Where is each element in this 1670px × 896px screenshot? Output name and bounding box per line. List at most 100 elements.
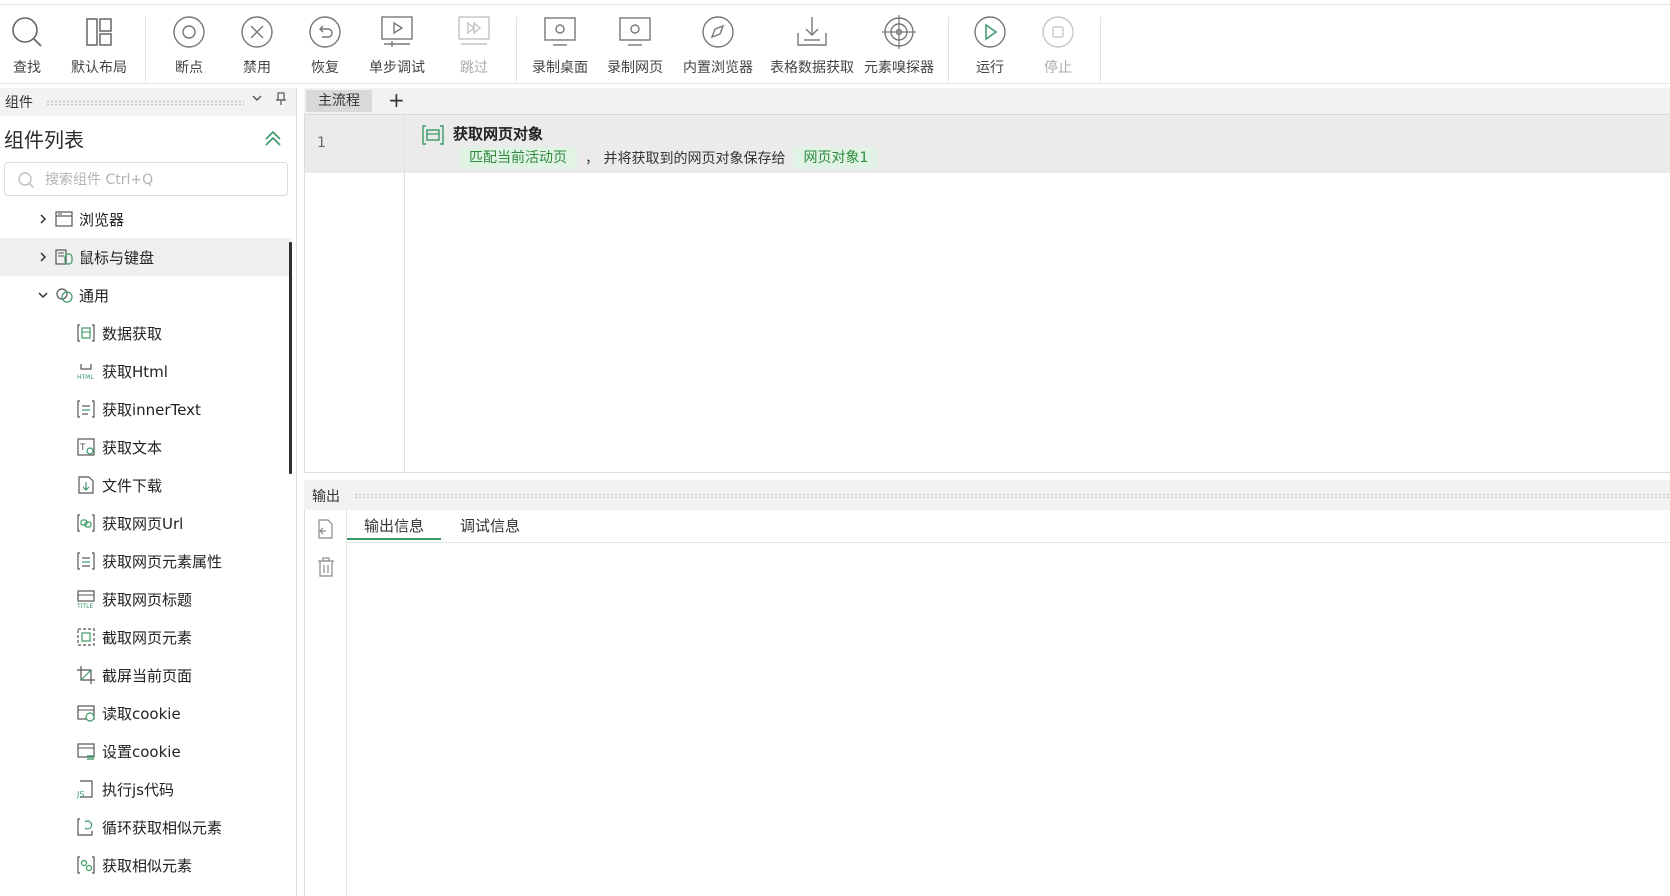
tree-category-mouse-keyboard[interactable]: 鼠标与键盘	[0, 238, 292, 276]
component-item[interactable]: TITLE 获取网页标题	[0, 580, 292, 618]
browser-icon	[55, 211, 73, 227]
tree-category-label: 浏览器	[79, 210, 125, 229]
record-web-icon	[619, 17, 651, 46]
tab-debug-info[interactable]: 调试信息	[443, 514, 537, 538]
element-sniffer-button[interactable]: 元素嗅探器	[864, 13, 934, 85]
general-icon	[56, 288, 73, 303]
loop-similar-icon	[77, 818, 93, 836]
skip-button[interactable]: 跳过	[455, 13, 493, 85]
play-icon	[974, 16, 1006, 48]
variable-chip[interactable]: 网页对象1	[793, 147, 879, 169]
step-title: 获取网页对象	[453, 125, 544, 143]
restore-button[interactable]: 恢复	[306, 13, 344, 85]
tree-category-general[interactable]: 通用	[0, 276, 292, 314]
drag-grip[interactable]	[46, 100, 244, 106]
output-sidebar	[305, 510, 347, 896]
component-item[interactable]: 获取相似元素	[0, 846, 292, 884]
find-label: 查找	[13, 60, 41, 76]
output-panel: 输出信息 调试信息	[304, 510, 1670, 896]
component-item-label: 设置cookie	[102, 742, 181, 761]
search-input[interactable]	[43, 169, 283, 191]
run-label: 运行	[976, 60, 1004, 76]
search-icon	[12, 17, 42, 47]
element-attribute-icon	[77, 552, 95, 570]
data-fetch-icon	[77, 324, 95, 342]
output-tabs: 输出信息 调试信息	[347, 510, 1670, 543]
svg-text:JS: JS	[76, 790, 84, 799]
find-button[interactable]: 查找	[8, 13, 46, 85]
svg-text:HTML: HTML	[77, 374, 94, 381]
component-item[interactable]: 截屏当前页面	[0, 656, 292, 694]
component-item[interactable]: 数据获取	[0, 314, 292, 352]
panel-header-title: 组件	[5, 95, 33, 111]
svg-text:TITLE: TITLE	[76, 603, 93, 609]
compass-icon	[702, 16, 734, 48]
chevron-down-icon[interactable]	[248, 92, 266, 110]
component-item[interactable]: 获取网页Url	[0, 504, 292, 542]
inner-text-icon	[77, 400, 95, 418]
component-item[interactable]: 读取cookie	[0, 694, 292, 732]
record-desktop-icon	[544, 17, 576, 46]
component-panel-header: 组件	[0, 88, 296, 116]
trash-icon[interactable]	[315, 556, 337, 578]
web-object-icon	[422, 125, 444, 145]
url-link-icon	[77, 514, 95, 532]
chevron-right-icon[interactable]	[36, 212, 50, 226]
toolbar-divider	[516, 17, 517, 83]
tab-output-info[interactable]: 输出信息	[347, 514, 442, 540]
record-web-button[interactable]: 录制网页	[607, 13, 663, 85]
restore-label: 恢复	[311, 60, 339, 76]
component-item[interactable]: 设置cookie	[0, 732, 292, 770]
builtin-browser-button[interactable]: 内置浏览器	[683, 13, 753, 85]
pin-icon[interactable]	[272, 92, 290, 110]
component-item[interactable]: 获取网页元素属性	[0, 542, 292, 580]
run-button[interactable]: 运行	[971, 13, 1009, 85]
flow-tabs-bar: 主流程 +	[304, 88, 1670, 116]
step-description-text: ， 并将获取到的网页对象保存给	[585, 151, 786, 167]
set-cookie-icon	[77, 743, 95, 760]
record-desktop-button[interactable]: 录制桌面	[532, 13, 588, 85]
record-web-label: 录制网页	[607, 60, 663, 76]
component-item-label: 获取innerText	[102, 400, 201, 419]
table-data-fetch-button[interactable]: 表格数据获取	[770, 13, 854, 85]
element-sniffer-label: 元素嗅探器	[864, 60, 934, 76]
component-item[interactable]: JS 执行js代码	[0, 770, 292, 808]
breakpoint-label: 断点	[175, 60, 203, 76]
component-item-label: 循环获取相似元素	[102, 818, 223, 837]
component-item[interactable]: 截取网页元素	[0, 618, 292, 656]
default-layout-button[interactable]: 默认布局	[71, 13, 127, 85]
stop-button[interactable]: 停止	[1039, 13, 1077, 85]
component-list-scrollbar[interactable]	[289, 242, 292, 474]
tree-category-browser[interactable]: 浏览器	[0, 200, 292, 238]
component-item[interactable]: 获取innerText	[0, 390, 292, 428]
disable-button[interactable]: 禁用	[238, 13, 276, 85]
disable-label: 禁用	[243, 60, 271, 76]
component-search[interactable]	[4, 162, 288, 196]
component-item[interactable]: HTML 获取Html	[0, 352, 292, 390]
component-item[interactable]: 循环获取相似元素	[0, 808, 292, 846]
chevron-right-icon[interactable]	[36, 250, 50, 264]
component-tree: 浏览器 鼠标与键盘 通用 数据获取 HTML 获取Html 获取innerTex…	[0, 200, 292, 884]
component-list-title: 组件列表	[4, 128, 84, 152]
toolbar-divider	[145, 17, 146, 83]
tab-main-flow[interactable]: 主流程	[306, 90, 372, 112]
component-item-label: 获取网页Url	[102, 514, 184, 533]
default-layout-label: 默认布局	[71, 60, 127, 76]
step-debug-button[interactable]: 单步调试	[369, 13, 425, 85]
read-cookie-icon	[77, 705, 95, 722]
javascript-icon: JS	[76, 780, 93, 799]
add-tab-button[interactable]: +	[388, 88, 405, 112]
chevron-down-icon[interactable]	[36, 288, 50, 302]
collapse-up-icon[interactable]	[262, 128, 284, 148]
param-chip-match[interactable]: 匹配当前活动页	[459, 147, 577, 169]
close-circle-icon	[241, 16, 273, 48]
component-item[interactable]: T 获取文本	[0, 428, 292, 466]
flow-step-row[interactable]: 1 获取网页对象 匹配当前活动页 ， 并将获取到的网页对象保存给 网页对象1	[305, 115, 1670, 173]
breakpoint-button[interactable]: 断点	[170, 13, 208, 85]
export-log-icon[interactable]	[315, 518, 337, 540]
component-item[interactable]: 文件下载	[0, 466, 292, 504]
skip-label: 跳过	[460, 60, 488, 76]
drag-grip[interactable]	[354, 493, 1670, 499]
line-gutter	[305, 115, 405, 472]
toolbar-divider	[1100, 17, 1101, 83]
